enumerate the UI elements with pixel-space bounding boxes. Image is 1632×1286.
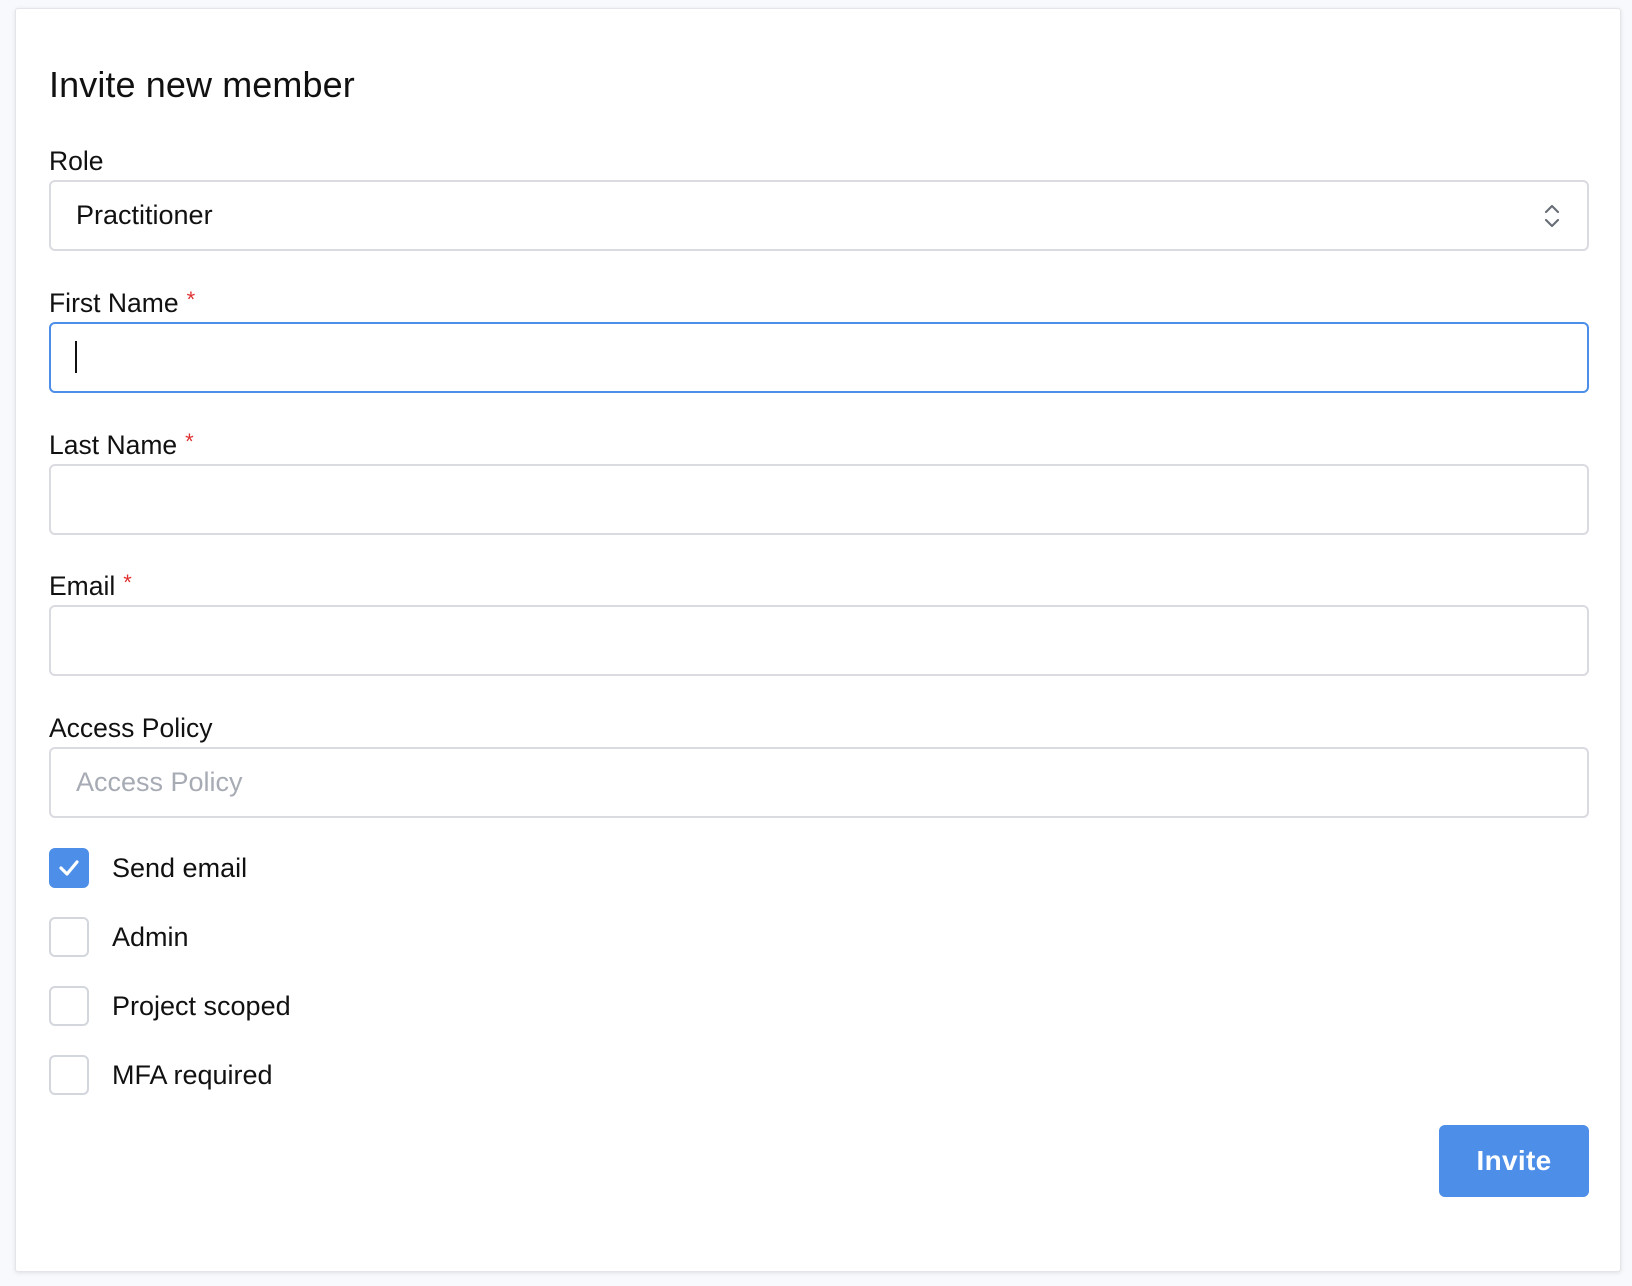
role-select[interactable]: Practitioner bbox=[49, 180, 1589, 251]
project-scoped-checkbox[interactable] bbox=[49, 986, 89, 1026]
required-asterisk: * bbox=[185, 429, 194, 454]
role-field: Role Practitioner bbox=[49, 144, 1589, 251]
last-name-label: Last Name * bbox=[49, 428, 1589, 464]
first-name-field: First Name * bbox=[49, 286, 1589, 393]
checkmark-icon bbox=[59, 860, 79, 876]
project-scoped-label: Project scoped bbox=[112, 991, 291, 1021]
role-label: Role bbox=[49, 146, 104, 176]
first-name-label-text: First Name bbox=[49, 288, 179, 318]
last-name-field: Last Name * bbox=[49, 428, 1589, 535]
access-policy-placeholder: Access Policy bbox=[76, 767, 243, 797]
admin-checkbox[interactable] bbox=[49, 917, 89, 957]
first-name-input[interactable] bbox=[49, 322, 1589, 393]
required-asterisk: * bbox=[123, 570, 132, 595]
email-field: Email * bbox=[49, 569, 1589, 676]
required-asterisk: * bbox=[186, 287, 196, 312]
chevron-up-down-icon bbox=[1544, 204, 1560, 228]
access-policy-field: Access Policy Access Policy bbox=[49, 711, 1589, 818]
access-policy-label: Access Policy bbox=[49, 713, 213, 743]
access-policy-input[interactable]: Access Policy bbox=[49, 747, 1589, 818]
admin-label: Admin bbox=[112, 922, 189, 952]
admin-option[interactable]: Admin bbox=[49, 916, 189, 958]
invite-member-card: Invite new member Role Practitioner Firs… bbox=[15, 8, 1621, 1272]
send-email-option[interactable]: Send email bbox=[49, 847, 247, 889]
invite-button[interactable]: Invite bbox=[1439, 1125, 1589, 1197]
send-email-label: Send email bbox=[112, 853, 248, 883]
mfa-required-checkbox[interactable] bbox=[49, 1055, 89, 1095]
last-name-label-text: Last Name bbox=[49, 430, 178, 460]
text-caret bbox=[75, 341, 77, 373]
role-select-value: Practitioner bbox=[76, 200, 213, 230]
mfa-required-label: MFA required bbox=[112, 1060, 273, 1090]
email-input[interactable] bbox=[49, 605, 1589, 676]
page-title: Invite new member bbox=[49, 64, 355, 105]
mfa-required-option[interactable]: MFA required bbox=[49, 1054, 273, 1096]
last-name-input[interactable] bbox=[49, 464, 1589, 535]
first-name-label: First Name * bbox=[49, 286, 1589, 322]
project-scoped-option[interactable]: Project scoped bbox=[49, 985, 291, 1027]
send-email-checkbox[interactable] bbox=[49, 848, 89, 888]
email-label: Email * bbox=[49, 569, 1589, 605]
email-label-text: Email bbox=[49, 571, 116, 601]
